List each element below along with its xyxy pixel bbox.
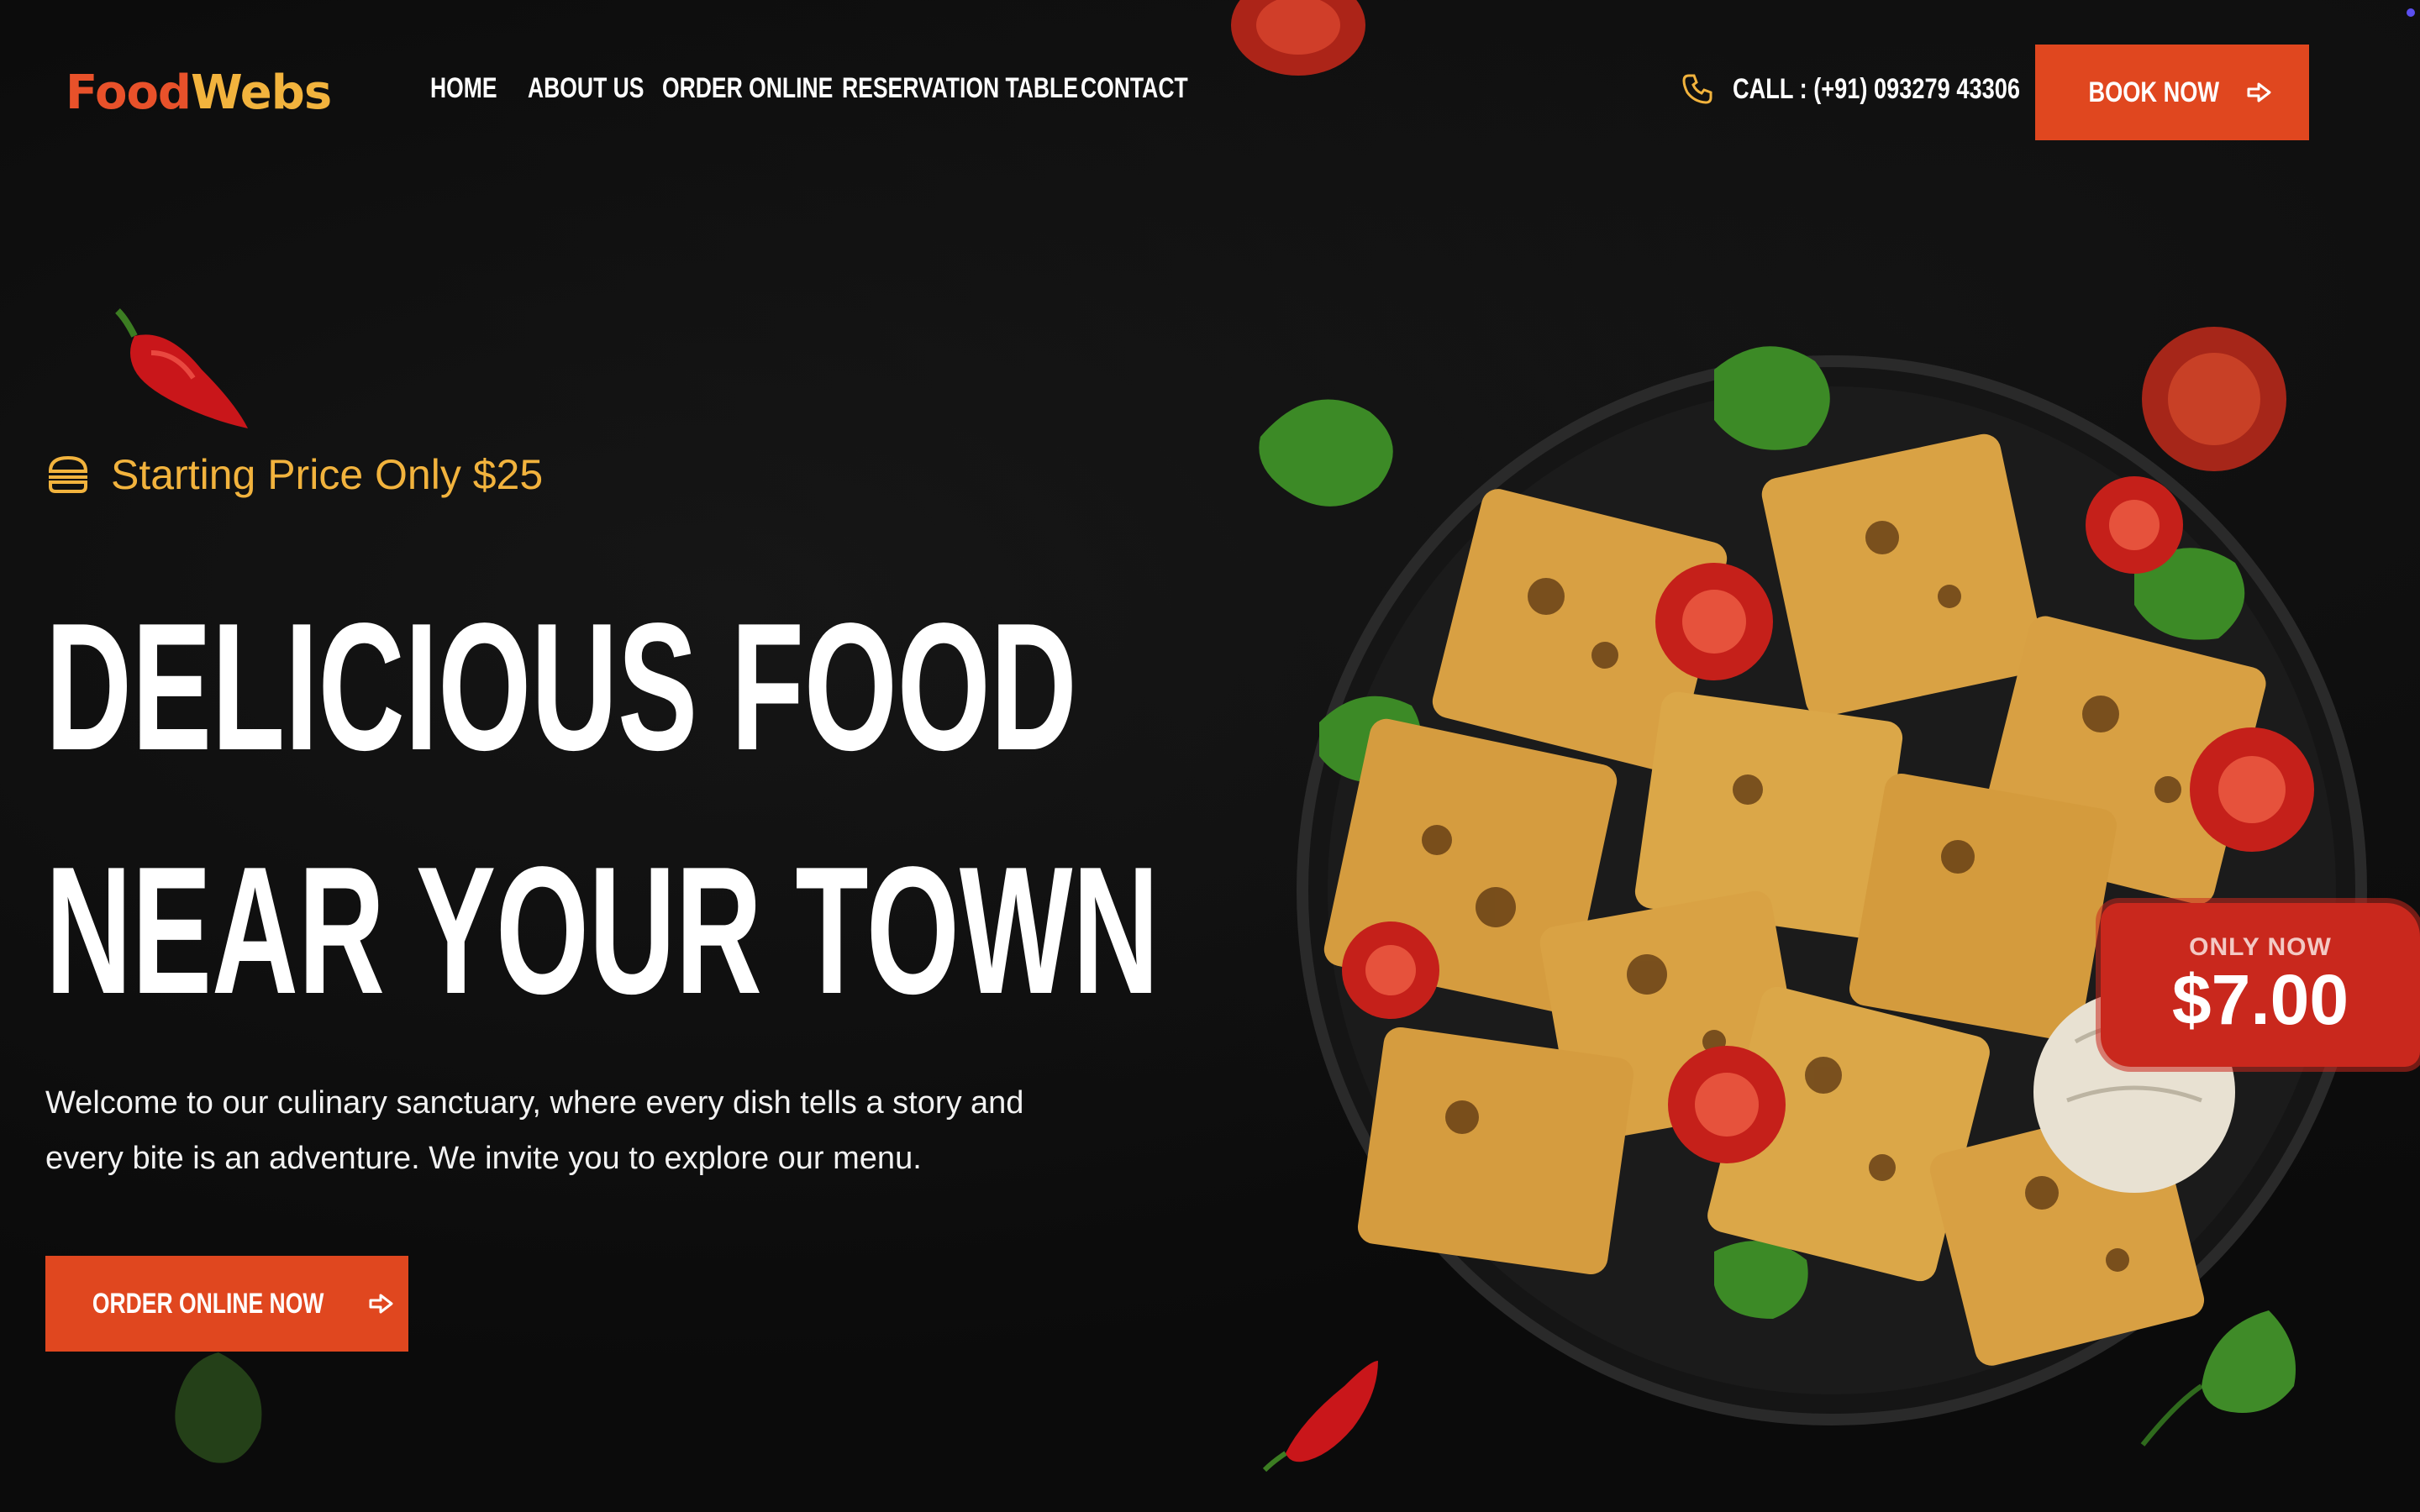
- chili-pepper-left: [115, 308, 248, 428]
- burger-icon: [48, 455, 88, 493]
- tomato-slice-top: [1231, 0, 1365, 76]
- intro-line-2: every bite is an adventure. We invite yo…: [45, 1141, 922, 1176]
- arrow-right-icon: [369, 1294, 393, 1314]
- starting-price-text: Starting Price Only $25: [111, 451, 544, 498]
- site-logo[interactable]: FoodWebs: [66, 66, 332, 120]
- logo-part-webs: Webs: [191, 66, 332, 120]
- hero-intro-text: Welcome to our culinary sanctuary, where…: [45, 1075, 1138, 1186]
- starting-price-tag: Starting Price Only $25: [45, 450, 543, 499]
- intro-line-1: Welcome to our culinary sanctuary, where…: [45, 1085, 1024, 1121]
- nav-order-online[interactable]: ORDER ONLINE: [662, 72, 833, 105]
- call-contact[interactable]: CALL : (+91) 093279 43306: [1681, 72, 2091, 106]
- call-text: CALL : (+91) 093279 43306: [1733, 72, 2020, 105]
- main-nav: HOME ABOUT US ORDER ONLINE RESERVATION T…: [430, 72, 1188, 105]
- logo-part-food: Food: [66, 66, 192, 120]
- nav-contact[interactable]: CONTACT: [1081, 72, 1188, 105]
- herb-leaf-bottom-left: [175, 1352, 262, 1463]
- promo-price-badge: ONLY NOW $7.00: [2101, 903, 2420, 1067]
- book-now-button[interactable]: BOOK NOW: [2035, 45, 2309, 140]
- promo-price: $7.00: [2171, 959, 2349, 1039]
- book-now-label: BOOK NOW: [2088, 76, 2219, 108]
- phone-icon: [1682, 74, 1712, 104]
- status-dot: [2407, 8, 2415, 17]
- order-online-now-button[interactable]: ORDER ONLINE NOW: [45, 1256, 408, 1352]
- headline-line-2: NEAR YOUR TOWN: [45, 828, 1160, 1032]
- nav-about-us[interactable]: ABOUT US: [528, 72, 644, 105]
- headline-line-1: DELICIOUS FOOD: [45, 585, 1077, 788]
- order-online-now-label: ORDER ONLINE NOW: [92, 1287, 324, 1320]
- nav-reservation-table[interactable]: RESERVATION TABLE: [842, 72, 1078, 105]
- arrow-right-icon: [2247, 82, 2271, 102]
- promo-label: ONLY NOW: [2189, 932, 2332, 961]
- nav-home[interactable]: HOME: [430, 72, 497, 105]
- hero-headline: DELICIOUS FOOD NEAR YOUR TOWN: [45, 564, 1733, 1052]
